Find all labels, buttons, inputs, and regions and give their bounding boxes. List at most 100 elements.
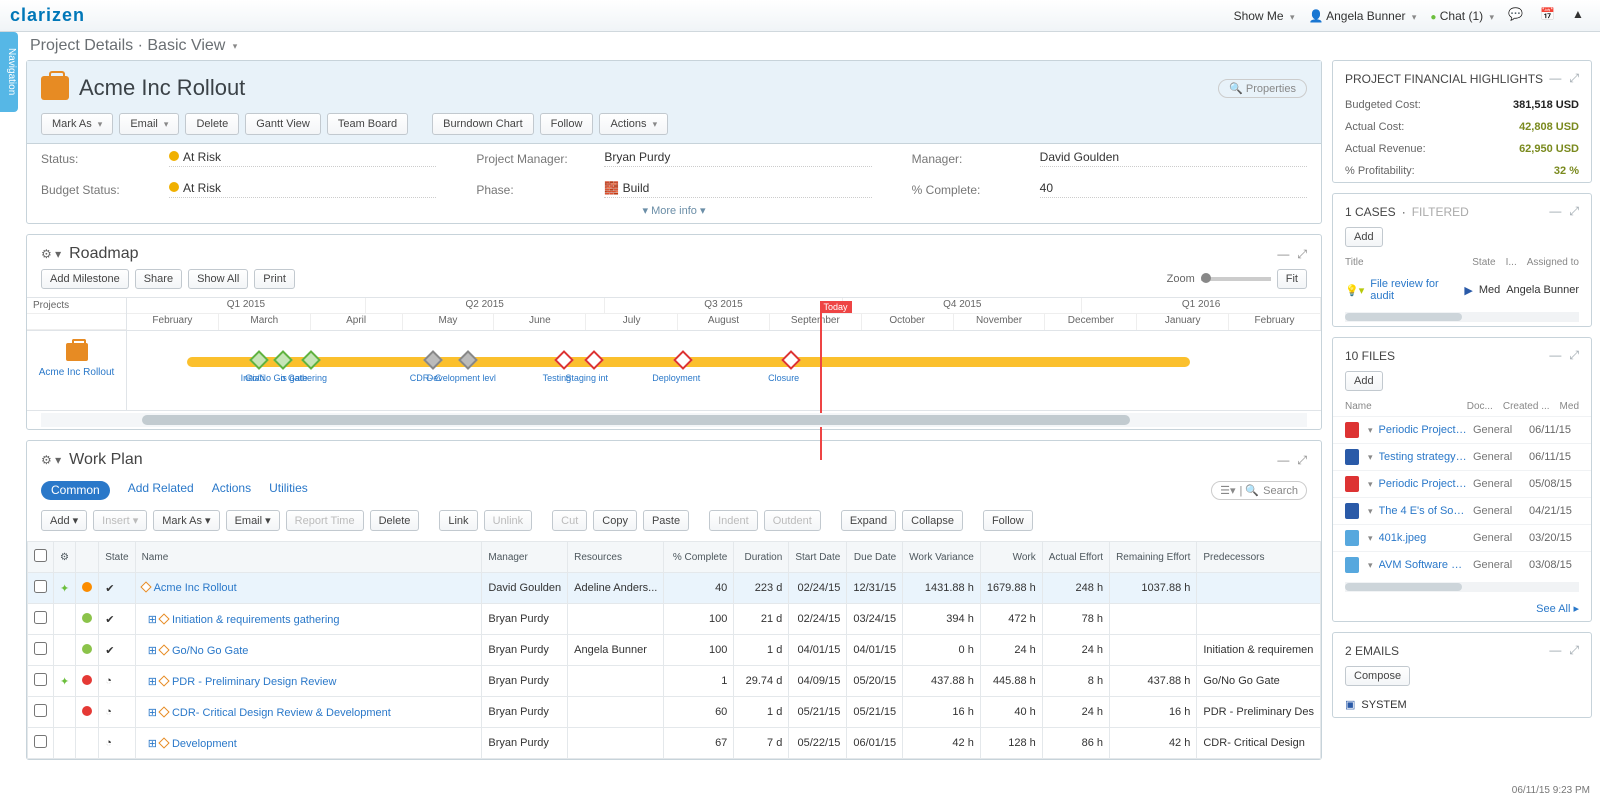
cases-min[interactable]: —	[1549, 204, 1561, 219]
tab-add-related[interactable]: Add Related	[128, 481, 194, 500]
alert-icon[interactable]: ▲	[1572, 7, 1590, 25]
filter-icon[interactable]: ☰▾	[1220, 484, 1235, 497]
cases-add-button[interactable]: Add	[1345, 227, 1383, 247]
breadcrumb-b[interactable]: Basic View	[147, 37, 225, 55]
row-name[interactable]: ⊞ Development	[135, 728, 482, 759]
share-button[interactable]: Share	[135, 269, 182, 289]
calendar-icon[interactable]: 📅	[1540, 7, 1558, 25]
files-see-all[interactable]: See All ▸	[1333, 596, 1591, 621]
compose-button[interactable]: Compose	[1345, 666, 1410, 686]
properties-search[interactable]: 🔍 Properties	[1218, 79, 1307, 98]
wp-cut[interactable]: Cut	[552, 510, 587, 531]
table-row[interactable]: ✔ ⊞ Initiation & requirements gathering …	[28, 604, 1321, 635]
file-row[interactable]: ▾Testing strategy te...General06/11/15	[1333, 443, 1591, 470]
wp-email[interactable]: Email ▾	[226, 510, 280, 531]
actions-button[interactable]: Actions ▾	[599, 113, 668, 135]
print-button[interactable]: Print	[254, 269, 295, 289]
wp-collapse[interactable]: Collapse	[902, 510, 963, 531]
row-checkbox[interactable]	[34, 611, 47, 624]
minimize-icon[interactable]: —	[1277, 247, 1289, 262]
tab-actions[interactable]: Actions	[212, 481, 251, 500]
budget-status-value[interactable]: At Risk	[169, 181, 436, 198]
wp-insert[interactable]: Insert ▾	[93, 510, 147, 531]
email-button[interactable]: Email ▾	[119, 113, 179, 135]
row-checkbox[interactable]	[34, 704, 47, 717]
fin-expand[interactable]: ⤢	[1569, 71, 1579, 86]
cases-exp[interactable]: ⤢	[1569, 204, 1579, 219]
row-name[interactable]: ⊞ CDR- Critical Design Review & Developm…	[135, 697, 482, 728]
em-min[interactable]: —	[1549, 643, 1561, 658]
file-row[interactable]: ▾Periodic Project Re...General05/08/15	[1333, 470, 1591, 497]
wp-markas[interactable]: Mark As ▾	[153, 510, 219, 531]
follow-button[interactable]: Follow	[540, 113, 594, 135]
row-checkbox[interactable]	[34, 735, 47, 748]
wp-outdent[interactable]: Outdent	[764, 510, 821, 531]
wp-expand[interactable]: Expand	[841, 510, 896, 531]
files-exp[interactable]: ⤢	[1569, 348, 1579, 363]
show-all-button[interactable]: Show All	[188, 269, 248, 289]
mark-as-button[interactable]: Mark As ▾	[41, 113, 113, 135]
files-scrollbar[interactable]	[1345, 582, 1579, 592]
fin-minimize[interactable]: —	[1549, 71, 1561, 86]
row-checkbox[interactable]	[34, 673, 47, 686]
navigation-tab[interactable]: Navigation	[0, 32, 18, 112]
delete-button[interactable]: Delete	[185, 113, 239, 135]
pm-value[interactable]: Bryan Purdy	[604, 150, 871, 167]
status-value[interactable]: At Risk	[169, 150, 436, 167]
table-row[interactable]: ◔ ⊞ Development Bryan Purdy 677 d05/22/1…	[28, 728, 1321, 759]
table-row[interactable]: ✔ ⊞ Go/No Go Gate Bryan PurdyAngela Bunn…	[28, 635, 1321, 666]
show-me-menu[interactable]: Show Me ▾	[1234, 9, 1295, 23]
file-row[interactable]: ▾401k.jpegGeneral03/20/15	[1333, 524, 1591, 551]
discussions-icon[interactable]: 💬	[1508, 7, 1526, 25]
row-name[interactable]: Acme Inc Rollout	[135, 573, 482, 604]
wp-copy[interactable]: Copy	[593, 510, 637, 531]
user-menu[interactable]: 👤 Angela Bunner ▾	[1308, 9, 1416, 23]
gantt-button[interactable]: Gantt View	[245, 113, 321, 135]
table-row[interactable]: ✦ ✔ Acme Inc Rollout David GouldenAdelin…	[28, 573, 1321, 604]
wp-reporttime[interactable]: Report Time	[286, 510, 364, 531]
wp-follow[interactable]: Follow	[983, 510, 1033, 531]
table-row[interactable]: ✦ ◔ ⊞ PDR - Preliminary Design Review Br…	[28, 666, 1321, 697]
wp-expand-icon[interactable]: ⤢	[1297, 453, 1307, 468]
chat-menu[interactable]: ● Chat (1) ▾	[1430, 9, 1494, 23]
case-row[interactable]: 💡▾ File review for audit ▶ Med Angela Bu…	[1333, 272, 1591, 308]
wp-indent[interactable]: Indent	[709, 510, 758, 531]
wp-add[interactable]: Add ▾	[41, 510, 87, 531]
wp-delete[interactable]: Delete	[370, 510, 420, 531]
team-board-button[interactable]: Team Board	[327, 113, 408, 135]
files-add-button[interactable]: Add	[1345, 371, 1383, 391]
more-info-toggle[interactable]: ▾ More info ▾	[27, 204, 1321, 223]
roadmap-gear-icon[interactable]: ⚙ ▾	[41, 247, 61, 261]
workplan-gear-icon[interactable]: ⚙ ▾	[41, 453, 61, 467]
pct-value[interactable]: 40	[1040, 181, 1307, 198]
expand-icon[interactable]: ⤢	[1297, 247, 1307, 262]
wp-minimize-icon[interactable]: —	[1277, 453, 1289, 468]
case-title[interactable]: File review for audit	[1370, 278, 1458, 302]
project-row-label[interactable]: Acme Inc Rollout	[39, 367, 115, 378]
row-checkbox[interactable]	[34, 580, 47, 593]
file-row[interactable]: ▾AVM Software Desi...General03/08/15	[1333, 551, 1591, 578]
add-milestone-button[interactable]: Add Milestone	[41, 269, 129, 289]
burndown-button[interactable]: Burndown Chart	[432, 113, 534, 135]
wp-paste[interactable]: Paste	[643, 510, 689, 531]
phase-value[interactable]: 🧱 Build	[604, 181, 871, 198]
table-row[interactable]: ◔ ⊞ CDR- Critical Design Review & Develo…	[28, 697, 1321, 728]
row-name[interactable]: ⊞ Go/No Go Gate	[135, 635, 482, 666]
wp-link[interactable]: Link	[439, 510, 477, 531]
tab-utilities[interactable]: Utilities	[269, 481, 308, 500]
manager-value[interactable]: David Goulden	[1040, 150, 1307, 167]
files-min[interactable]: —	[1549, 348, 1561, 363]
select-all-checkbox[interactable]	[34, 549, 47, 562]
tab-common[interactable]: Common	[41, 481, 110, 500]
file-row[interactable]: ▾The 4 E's of Social ...General04/21/15	[1333, 497, 1591, 524]
file-row[interactable]: ▾Periodic Project Re...General06/11/15	[1333, 416, 1591, 443]
fit-button[interactable]: Fit	[1277, 269, 1307, 289]
row-name[interactable]: ⊞ Initiation & requirements gathering	[135, 604, 482, 635]
workplan-search[interactable]: ☰▾ | 🔍 Search	[1211, 481, 1307, 500]
row-name[interactable]: ⊞ PDR - Preliminary Design Review	[135, 666, 482, 697]
row-checkbox[interactable]	[34, 642, 47, 655]
breadcrumb-a[interactable]: Project Details	[30, 37, 133, 55]
em-exp[interactable]: ⤢	[1569, 643, 1579, 658]
cases-scrollbar[interactable]	[1345, 312, 1579, 322]
wp-unlink[interactable]: Unlink	[484, 510, 533, 531]
